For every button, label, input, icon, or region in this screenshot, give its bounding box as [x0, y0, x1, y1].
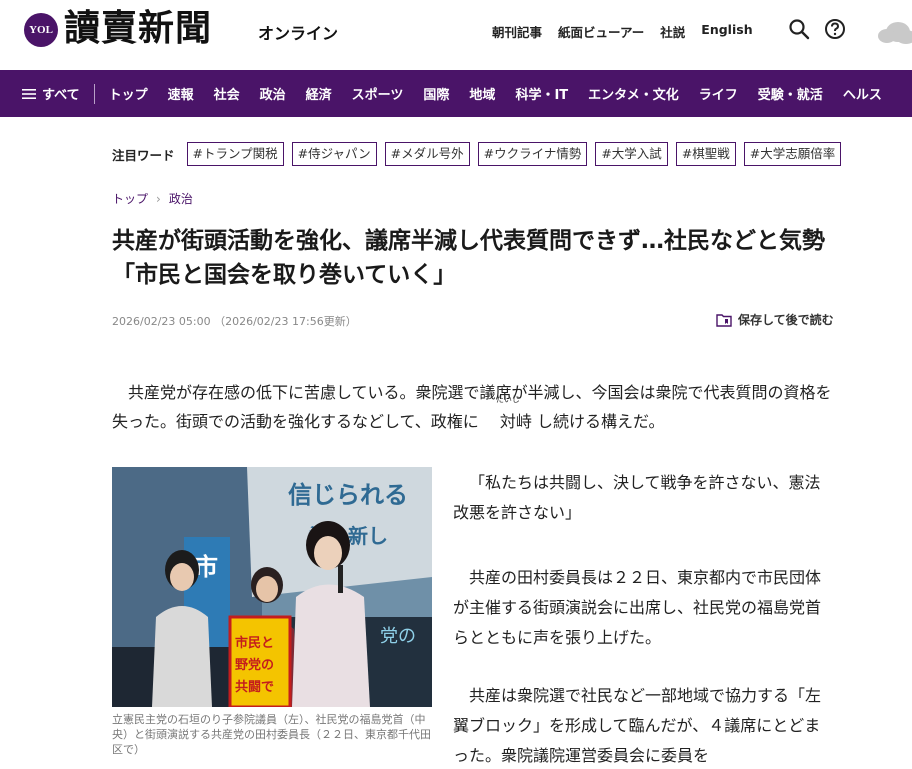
nav-item-society[interactable]: 社会	[204, 84, 250, 103]
help-icon[interactable]	[824, 18, 846, 40]
trending-tag[interactable]: #棋聖戦	[675, 142, 736, 166]
nav-item-economy[interactable]: 経済	[296, 84, 342, 103]
trending-tag[interactable]: #大学入試	[595, 142, 668, 166]
article-title: 共産が街頭活動を強化、議席半減し代表質問できず…社民などと気勢「市民と国会を取り…	[112, 228, 825, 288]
placard-text-top: 市民と	[235, 635, 274, 651]
trending-tag[interactable]: #メダル号外	[384, 142, 470, 166]
header-link-english[interactable]: English	[701, 22, 752, 41]
nav-item-international[interactable]: 国際	[413, 84, 459, 103]
logo-badge[interactable]: YOL	[24, 13, 58, 47]
hamburger-icon	[22, 88, 36, 99]
placard-text-bot: 共闘で	[235, 679, 274, 695]
nav-item-breaking[interactable]: 速報	[158, 84, 204, 103]
trending-label: 注目ワード	[112, 147, 175, 163]
article-paragraph: 共産は衆院選で社民など一部地域で協力する「左翼ブロック」を形成して臨んだが、４議…	[453, 686, 822, 765]
breadcrumb-politics[interactable]: 政治	[169, 190, 193, 207]
article-timestamps: 2026/02/23 05:00 （2026/02/23 17:56更新）	[112, 313, 357, 329]
updated-time: （2026/02/23 17:56更新）	[214, 315, 357, 328]
photo-caption: 立憲民主党の石垣のり子参院議員（左）、社民党の福島党首（中央）と街頭演説する共産…	[112, 713, 431, 756]
banner-text-top: 信じられる	[288, 481, 408, 509]
header-link-paper-viewer[interactable]: 紙面ビューアー	[558, 22, 644, 41]
podium-text: 党の	[380, 626, 416, 647]
ruby-reading: たいじ	[495, 395, 520, 404]
nav-all-menu[interactable]: すべて	[0, 83, 95, 104]
save-for-later-label: 保存して後で読む	[738, 313, 834, 327]
save-for-later-button[interactable]: 保存して後で読む	[716, 311, 834, 328]
lead-text-pre: 共産党が存在感の低下に苦慮している。衆院選で議席が半減し、今国会は衆院で代表質問…	[112, 383, 832, 431]
nav-item-regional[interactable]: 地域	[459, 84, 505, 103]
rally-photo-illustration: 信じられる 希の新し 市 党の 市民と 野党の 共闘で	[112, 467, 432, 707]
nav-item-health[interactable]: ヘルス	[833, 84, 892, 103]
ruby-base: 対峙	[499, 412, 532, 431]
trending-tag[interactable]: #侍ジャパン	[291, 142, 377, 166]
nav-item-science-it[interactable]: 科学・IT	[505, 84, 578, 103]
weather-icon[interactable]	[876, 16, 912, 46]
header-links: 朝刊記事 紙面ビューアー 社説 English	[492, 22, 753, 41]
article-photo[interactable]: 信じられる 希の新し 市 党の 市民と 野党の 共闘で	[112, 467, 432, 707]
nav-item-life[interactable]: ライフ	[689, 84, 748, 103]
header-link-morning-edition[interactable]: 朝刊記事	[492, 22, 542, 41]
breadcrumb-separator: ›	[156, 191, 161, 206]
nav-item-politics[interactable]: 政治	[250, 84, 296, 103]
nav-item-sports[interactable]: スポーツ	[342, 84, 414, 103]
logo-online-label[interactable]: オンライン	[258, 20, 338, 44]
placard-text-mid: 野党の	[235, 657, 274, 673]
main-nav: すべて トップ 速報 社会 政治 経済 スポーツ 国際 地域 科学・IT エンタ…	[0, 70, 912, 117]
nav-item-entertainment[interactable]: エンタメ・文化	[578, 84, 689, 103]
trending-tag[interactable]: #ウクライナ情勢	[477, 142, 588, 166]
header-link-editorial[interactable]: 社説	[660, 22, 685, 41]
nav-item-top[interactable]: トップ	[95, 84, 158, 103]
breadcrumb: トップ › 政治	[112, 190, 193, 207]
lead-text-post: し続ける構えだ。	[536, 412, 665, 431]
article-lead: 共産党が存在感の低下に苦慮している。衆院選で議席が半減し、今国会は衆院で代表質問…	[112, 378, 834, 436]
published-time: 2026/02/23 05:00	[112, 315, 211, 328]
site-logo[interactable]: 讀賣新聞	[64, 6, 212, 50]
article-paragraph: 共産の田村委員長は２２日、東京都内で市民団体が主催する街頭演説会に出席し、社民党…	[453, 568, 822, 647]
trending-tag[interactable]: #トランプ関税	[186, 142, 284, 166]
nav-all-label: すべて	[42, 88, 80, 103]
site-header: YOL 讀賣新聞 オンライン 朝刊記事 紙面ビューアー 社説 English	[0, 0, 912, 70]
trending-tag[interactable]: #大学志願倍率	[743, 142, 842, 166]
search-icon[interactable]	[788, 18, 810, 40]
nav-item-exam-career[interactable]: 受験・就活	[748, 84, 833, 103]
article-paragraph: 「私たちは共闘し、決して戦争を許さない、憲法改悪を許さない」	[453, 473, 821, 522]
breadcrumb-top[interactable]: トップ	[112, 190, 148, 207]
trending-words: 注目ワード #トランプ関税 #侍ジャパン #メダル号外 #ウクライナ情勢 #大学…	[112, 142, 842, 166]
ruby-word: たいじ対峙	[484, 395, 532, 436]
save-folder-icon	[716, 313, 732, 327]
